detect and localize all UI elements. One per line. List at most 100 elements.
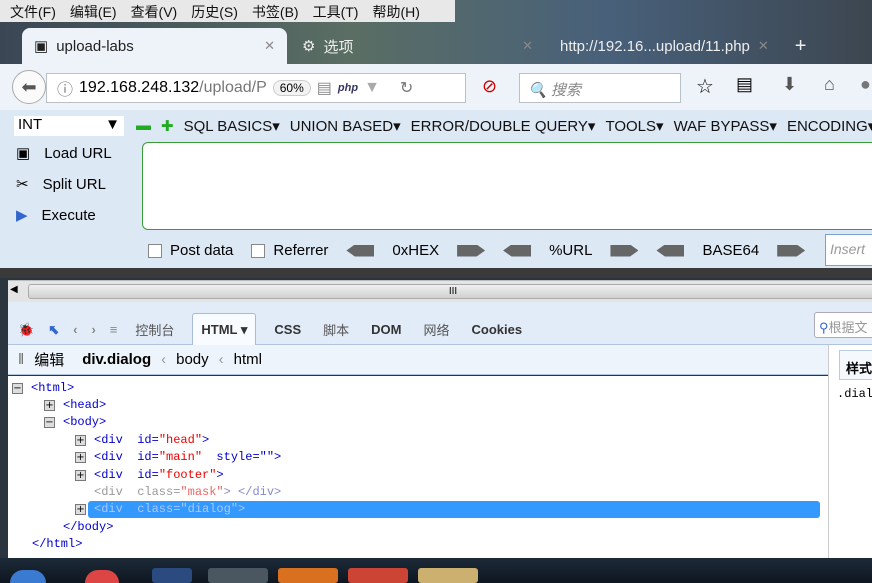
crumb-html[interactable]: html	[234, 351, 262, 368]
expand-icon: +	[75, 470, 86, 481]
hackbar-options: Post data Referrer 0xHEX %URL BASE64	[148, 242, 806, 259]
plus-icon[interactable]: ✚	[161, 117, 174, 135]
hackbar-menu: ▬ ✚ SQL BASICS▾ UNION BASED▾ ERROR/DOUBLE…	[136, 117, 872, 135]
minus-icon[interactable]: ▬	[136, 117, 151, 135]
encode-arrow-icon[interactable]	[610, 244, 639, 257]
new-tab-icon[interactable]: +	[795, 35, 807, 58]
noscript-icon[interactable]: ⊘	[482, 76, 497, 97]
decode-arrow-icon[interactable]	[503, 244, 532, 257]
decode-arrow-icon[interactable]	[346, 244, 375, 257]
tree-node-div-main[interactable]: + <div id="main" style="">	[75, 449, 281, 466]
start-button[interactable]	[10, 570, 46, 583]
crumb-div-dialog[interactable]: div.dialog	[82, 351, 151, 368]
insert-input[interactable]: Insert	[825, 234, 872, 266]
reload-icon[interactable]: ↻	[400, 78, 413, 98]
select-value: INT	[18, 116, 43, 133]
tab-11-php[interactable]: http://192.16...upload/11.php ✕ +	[548, 28, 818, 64]
decode-arrow-icon[interactable]	[656, 244, 685, 257]
command-line-icon[interactable]: ≡	[110, 322, 118, 337]
bookmark-star-icon[interactable]: ☆	[696, 74, 714, 99]
menu-encoding[interactable]: ENCODING▾	[787, 117, 872, 135]
encode-arrow-icon[interactable]	[777, 244, 806, 257]
tree-node-div-footer[interactable]: + <div id="footer">	[75, 467, 224, 484]
hex-label: 0xHEX	[392, 242, 440, 259]
php-label: php	[337, 82, 359, 94]
url-bar[interactable]: ⓘ 192.168.248.132/upload/P 60% ▤ php ▼ ↻	[46, 73, 466, 103]
tab-network[interactable]: 网络	[420, 312, 454, 347]
menu-view[interactable]: 查看(V)	[131, 2, 178, 20]
style-rule: .dial	[837, 387, 872, 401]
encode-arrow-icon[interactable]	[457, 244, 486, 257]
nav-bar: ⓘ 192.168.248.132/upload/P 60% ▤ php ▼ ↻ ⬅ ⊘ 🔍…	[0, 64, 872, 110]
tab-script[interactable]: 脚本	[319, 312, 353, 347]
back-icon[interactable]: ‹	[73, 322, 77, 337]
scissors-icon: ✂	[16, 176, 29, 193]
menu-edit[interactable]: 编辑(E)	[70, 2, 117, 20]
firebug-icon[interactable]: 🐞	[18, 322, 34, 338]
menu-history[interactable]: 历史(S)	[191, 2, 238, 20]
split-url-button[interactable]: ✂ Split URL	[16, 175, 106, 194]
close-icon[interactable]: ✕	[758, 38, 769, 54]
crumb-body[interactable]: body	[176, 351, 209, 368]
search-input[interactable]: 🔍 搜索	[519, 73, 681, 103]
folder-icon[interactable]	[418, 568, 478, 583]
menu-union-based[interactable]: UNION BASED▾	[290, 117, 401, 135]
info-icon[interactable]: ⓘ	[57, 76, 73, 100]
source-toggle-icon[interactable]: ‖	[18, 351, 24, 368]
zoom-badge[interactable]: 60%	[272, 80, 311, 96]
int-select[interactable]: INT ▼	[14, 116, 124, 136]
download-icon[interactable]: ⬇	[782, 74, 797, 95]
expand-icon: +	[75, 504, 86, 515]
tree-node-html-close: </html>	[32, 537, 83, 551]
execute-button[interactable]: ▶ Execute	[16, 206, 96, 225]
url-textarea[interactable]	[142, 142, 872, 230]
dropdown-icon[interactable]: ▼	[364, 79, 380, 97]
split-label: Split URL	[42, 175, 106, 193]
back-button[interactable]: ⬅	[12, 70, 46, 104]
app-icon[interactable]	[152, 568, 192, 583]
forward-icon[interactable]: ›	[91, 322, 95, 337]
post-data-checkbox[interactable]: Post data	[148, 242, 233, 259]
menu-sql-basics[interactable]: SQL BASICS▾	[184, 117, 280, 135]
referrer-checkbox[interactable]: Referrer	[251, 242, 328, 259]
tab-console[interactable]: 控制台	[131, 312, 178, 347]
tree-node-html[interactable]: − <html>	[12, 380, 74, 397]
app-icon[interactable]	[348, 568, 408, 583]
close-icon[interactable]: ✕	[264, 38, 275, 54]
tree-node-div-dialog[interactable]: + <div class="dialog">	[75, 501, 822, 518]
load-url-button[interactable]: ▣ Load URL	[16, 144, 112, 163]
menu-error-double-query[interactable]: ERROR/DOUBLE QUERY▾	[411, 117, 596, 135]
firefox-icon[interactable]	[278, 568, 338, 583]
tab-css[interactable]: CSS	[270, 314, 305, 345]
tree-node-div-mask[interactable]: <div class="mask"> </div>	[94, 484, 281, 501]
menu-waf-bypass[interactable]: WAF BYPASS▾	[674, 117, 777, 135]
tab-cookies[interactable]: Cookies	[468, 314, 527, 345]
menu-file[interactable]: 文件(F)	[10, 2, 56, 20]
menu-tools[interactable]: TOOLS▾	[605, 117, 663, 135]
globe-icon[interactable]: ●	[860, 74, 871, 95]
chrome-icon[interactable]	[85, 570, 119, 583]
tab-upload-labs[interactable]: ▣ upload-labs ✕	[22, 28, 287, 64]
devtools-search[interactable]: ⚲根据文	[814, 312, 872, 338]
menu-help[interactable]: 帮助(H)	[372, 2, 419, 20]
taskbar	[0, 558, 872, 583]
scroll-left-icon[interactable]: ◀	[10, 284, 18, 295]
collapse-icon: −	[44, 417, 55, 428]
terminal-icon[interactable]	[208, 568, 268, 583]
inspect-icon[interactable]: ⬉	[48, 322, 59, 338]
tab-dom[interactable]: DOM	[367, 314, 405, 345]
tree-node-head[interactable]: + <head>	[44, 397, 106, 414]
close-icon[interactable]: ✕	[522, 38, 533, 54]
clipboard-icon[interactable]: ▤	[736, 74, 753, 95]
menu-tools[interactable]: 工具(T)	[313, 2, 359, 20]
tab-options[interactable]: ⚙ 选项 ✕	[290, 28, 545, 64]
tree-node-body[interactable]: − <body>	[44, 414, 106, 431]
menu-bookmarks[interactable]: 书签(B)	[252, 2, 299, 20]
tree-node-div-head[interactable]: + <div id="head">	[75, 432, 209, 449]
scroll-thumb[interactable]: III	[28, 284, 872, 299]
tab-html[interactable]: HTML ▾	[192, 313, 257, 346]
edit-button[interactable]: 编辑	[34, 349, 64, 370]
tab-style[interactable]: 样式	[839, 350, 872, 380]
home-icon[interactable]: ⌂	[824, 74, 835, 95]
horizontal-scrollbar[interactable]: ◀ III	[8, 280, 872, 302]
